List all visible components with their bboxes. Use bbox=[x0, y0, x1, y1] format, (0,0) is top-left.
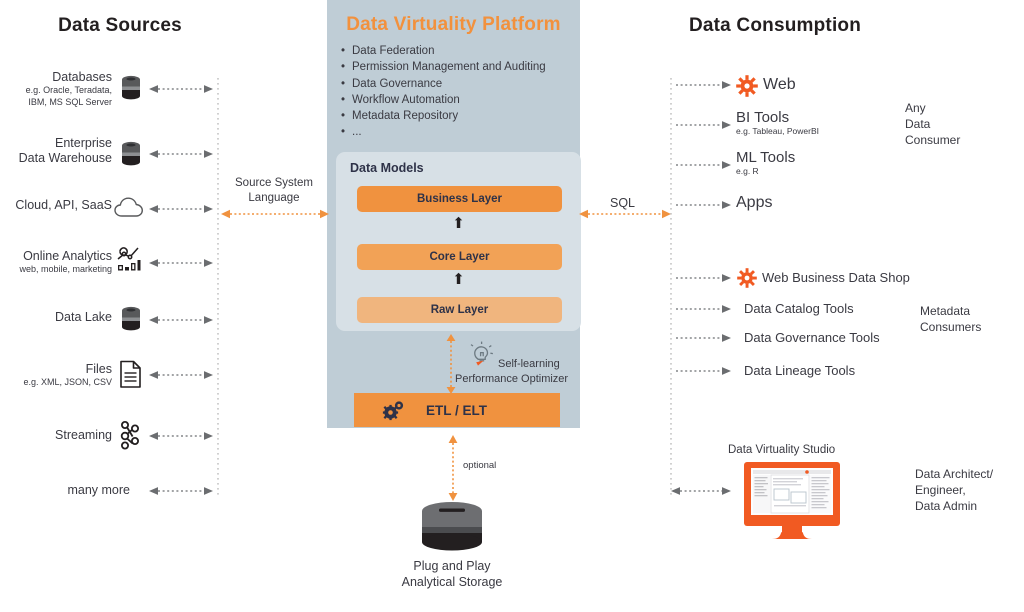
source-label-databases: Databases e.g. Oracle, Teradata, IBM, MS … bbox=[0, 70, 112, 108]
group-data-architect-line1: Data Architect/ bbox=[915, 467, 994, 481]
source-system-language-label: Source System Language bbox=[235, 177, 313, 204]
optimizer-label-line1: Self-learning bbox=[498, 358, 560, 370]
layer-core-label: Core Layer bbox=[429, 251, 490, 263]
database-icon bbox=[122, 75, 140, 100]
source-arrow-many-more-icon bbox=[149, 487, 213, 495]
feature-item: • Permission Management and Auditing bbox=[341, 61, 546, 74]
lightbulb-self-learning-icon bbox=[470, 341, 494, 366]
group-metadata-consumers-line2: Consumers bbox=[920, 320, 982, 334]
data-models-box: Data Models Business Layer ⬆ Core Layer … bbox=[336, 152, 581, 331]
layer-core[interactable]: Core Layer bbox=[357, 244, 562, 270]
group-metadata-consumers: Metadata Consumers bbox=[920, 303, 1024, 335]
optional-bidirectional-arrow-icon bbox=[448, 435, 458, 501]
orange-gear-icon bbox=[736, 75, 758, 97]
source-label-cloud-api-saas: Cloud, API, SaaS bbox=[15, 198, 112, 212]
database-icon bbox=[122, 141, 140, 166]
consumption-arrow-web-shop-icon bbox=[676, 274, 731, 282]
source-label-many-more: many more bbox=[67, 483, 130, 497]
consumer-bi-tools-sub: e.g. Tableau, PowerBI bbox=[736, 126, 820, 136]
group-any-data-consumer-line2: Data bbox=[905, 117, 931, 131]
source-sub-databases: e.g. Oracle, Teradata, IBM, MS SQL Server bbox=[25, 85, 112, 107]
source-system-language-arrow-icon bbox=[221, 209, 329, 219]
etl-elt-label: ETL / ELT bbox=[426, 402, 488, 418]
source-arrow-databases-icon bbox=[149, 85, 213, 93]
source-label-enterprise-data-warehouse: Enterprise Data Warehouse bbox=[0, 136, 112, 166]
source-label-files: Files e.g. XML, JSON, CSV bbox=[23, 362, 112, 387]
analytics-chart-icon bbox=[117, 247, 141, 271]
optimizer-label-line2: Performance Optimizer bbox=[455, 373, 569, 385]
source-arrow-data-lake-icon bbox=[149, 316, 213, 324]
consumer-apps-label[interactable]: Apps bbox=[736, 195, 772, 211]
consumer-data-governance-tools-label[interactable]: Data Governance Tools bbox=[744, 330, 880, 346]
consumer-ml-tools[interactable]: ML Tools e.g. R bbox=[736, 150, 795, 177]
group-metadata-consumers-line1: Metadata bbox=[920, 304, 971, 318]
consumer-ml-tools-sub: e.g. R bbox=[736, 166, 759, 176]
analytical-storage-icon bbox=[422, 502, 482, 551]
feature-item: • Data Federation bbox=[341, 45, 435, 57]
studio-bidirectional-arrow-icon bbox=[671, 487, 731, 495]
group-any-data-consumer: Any Data Consumer bbox=[905, 100, 1024, 148]
feature-item: • Metadata Repository bbox=[341, 110, 459, 123]
arrow-raw-to-core-icon: ⬆ bbox=[452, 270, 465, 288]
source-name-edw-line1: Enterprise bbox=[55, 136, 112, 150]
consumption-arrow-data-catalog-icon bbox=[676, 305, 731, 313]
group-data-architect: Data Architect/ Engineer, Data Admin bbox=[915, 466, 1024, 514]
page-title-data-consumption: Data Consumption bbox=[688, 15, 862, 36]
source-label-data-lake: Data Lake bbox=[55, 310, 112, 324]
source-name-edw-line2: Data Warehouse bbox=[18, 151, 112, 165]
diagram-canvas: Data Sources Data Consumption Data Virtu… bbox=[0, 0, 1024, 612]
consumption-arrow-apps-icon bbox=[676, 201, 731, 209]
platform-feature-list: • Data Federation • Permission Management … bbox=[341, 43, 577, 141]
feature-item: •... bbox=[341, 126, 362, 139]
consumption-arrow-web-icon bbox=[676, 81, 731, 89]
group-any-data-consumer-line1: Any bbox=[905, 101, 926, 115]
consumer-data-lineage-tools-label[interactable]: Data Lineage Tools bbox=[744, 363, 855, 379]
source-label-streaming: Streaming bbox=[55, 428, 112, 442]
layer-raw-label: Raw Layer bbox=[430, 304, 489, 316]
layer-business-label: Business Layer bbox=[416, 193, 502, 205]
group-data-architect-line3: Data Admin bbox=[915, 499, 978, 513]
file-document-icon bbox=[120, 360, 141, 388]
consumer-web-business-data-shop-label[interactable]: Web Business Data Shop bbox=[762, 270, 910, 286]
sql-arrow-icon bbox=[579, 209, 671, 219]
consumption-arrow-data-governance-icon bbox=[676, 334, 731, 342]
feature-item: • Workflow Automation bbox=[341, 93, 460, 106]
source-arrow-edw-icon bbox=[149, 150, 213, 158]
consumer-ml-tools-label: ML Tools bbox=[736, 149, 796, 166]
etl-elt-bar[interactable]: ETL / ELT bbox=[354, 393, 560, 427]
layer-business[interactable]: Business Layer bbox=[357, 186, 562, 212]
source-arrow-files-icon bbox=[149, 371, 213, 379]
group-any-data-consumer-line3: Consumer bbox=[905, 133, 961, 147]
arrow-core-to-business-icon: ⬆ bbox=[452, 214, 465, 232]
data-models-title: Data Models bbox=[350, 161, 424, 175]
consumption-arrow-ml-tools-icon bbox=[676, 161, 731, 169]
feature-item: • Data Governance bbox=[341, 77, 443, 90]
consumer-web-label[interactable]: Web bbox=[763, 77, 796, 93]
consumption-arrow-data-lineage-icon bbox=[676, 367, 731, 375]
page-title-data-sources: Data Sources bbox=[58, 15, 182, 36]
orange-gear-icon bbox=[737, 268, 757, 288]
studio-label: Data Virtuality Studio bbox=[728, 444, 836, 456]
consumer-data-catalog-tools-label[interactable]: Data Catalog Tools bbox=[744, 301, 854, 317]
optional-label: optional bbox=[463, 460, 497, 471]
consumption-boundary-line bbox=[670, 78, 672, 498]
layer-raw[interactable]: Raw Layer bbox=[357, 297, 562, 323]
gears-icon bbox=[382, 401, 404, 421]
streaming-nodes-icon bbox=[120, 421, 139, 450]
consumption-arrow-bi-tools-icon bbox=[676, 121, 731, 129]
source-boundary-line bbox=[217, 78, 219, 498]
source-arrow-online-analytics-icon bbox=[149, 259, 213, 267]
cloud-icon bbox=[114, 197, 143, 217]
consumer-bi-tools[interactable]: BI Tools e.g. Tableau, PowerBI bbox=[736, 110, 819, 137]
source-arrow-streaming-icon bbox=[149, 432, 213, 440]
studio-monitor-icon[interactable] bbox=[744, 462, 840, 540]
consumer-bi-tools-label: BI Tools bbox=[736, 109, 790, 126]
analytical-storage-label: Plug and Play Analytical Storage bbox=[401, 559, 503, 589]
source-label-online-analytics: Online Analytics web, mobile, marketing bbox=[19, 249, 112, 274]
platform-panel: Data Virtuality Platform • Data Federatio… bbox=[327, 0, 581, 428]
group-data-architect-line2: Engineer, bbox=[915, 483, 966, 497]
database-icon bbox=[122, 306, 140, 331]
source-arrow-cloud-icon bbox=[149, 205, 213, 213]
platform-title: Data Virtuality Platform bbox=[346, 14, 561, 35]
